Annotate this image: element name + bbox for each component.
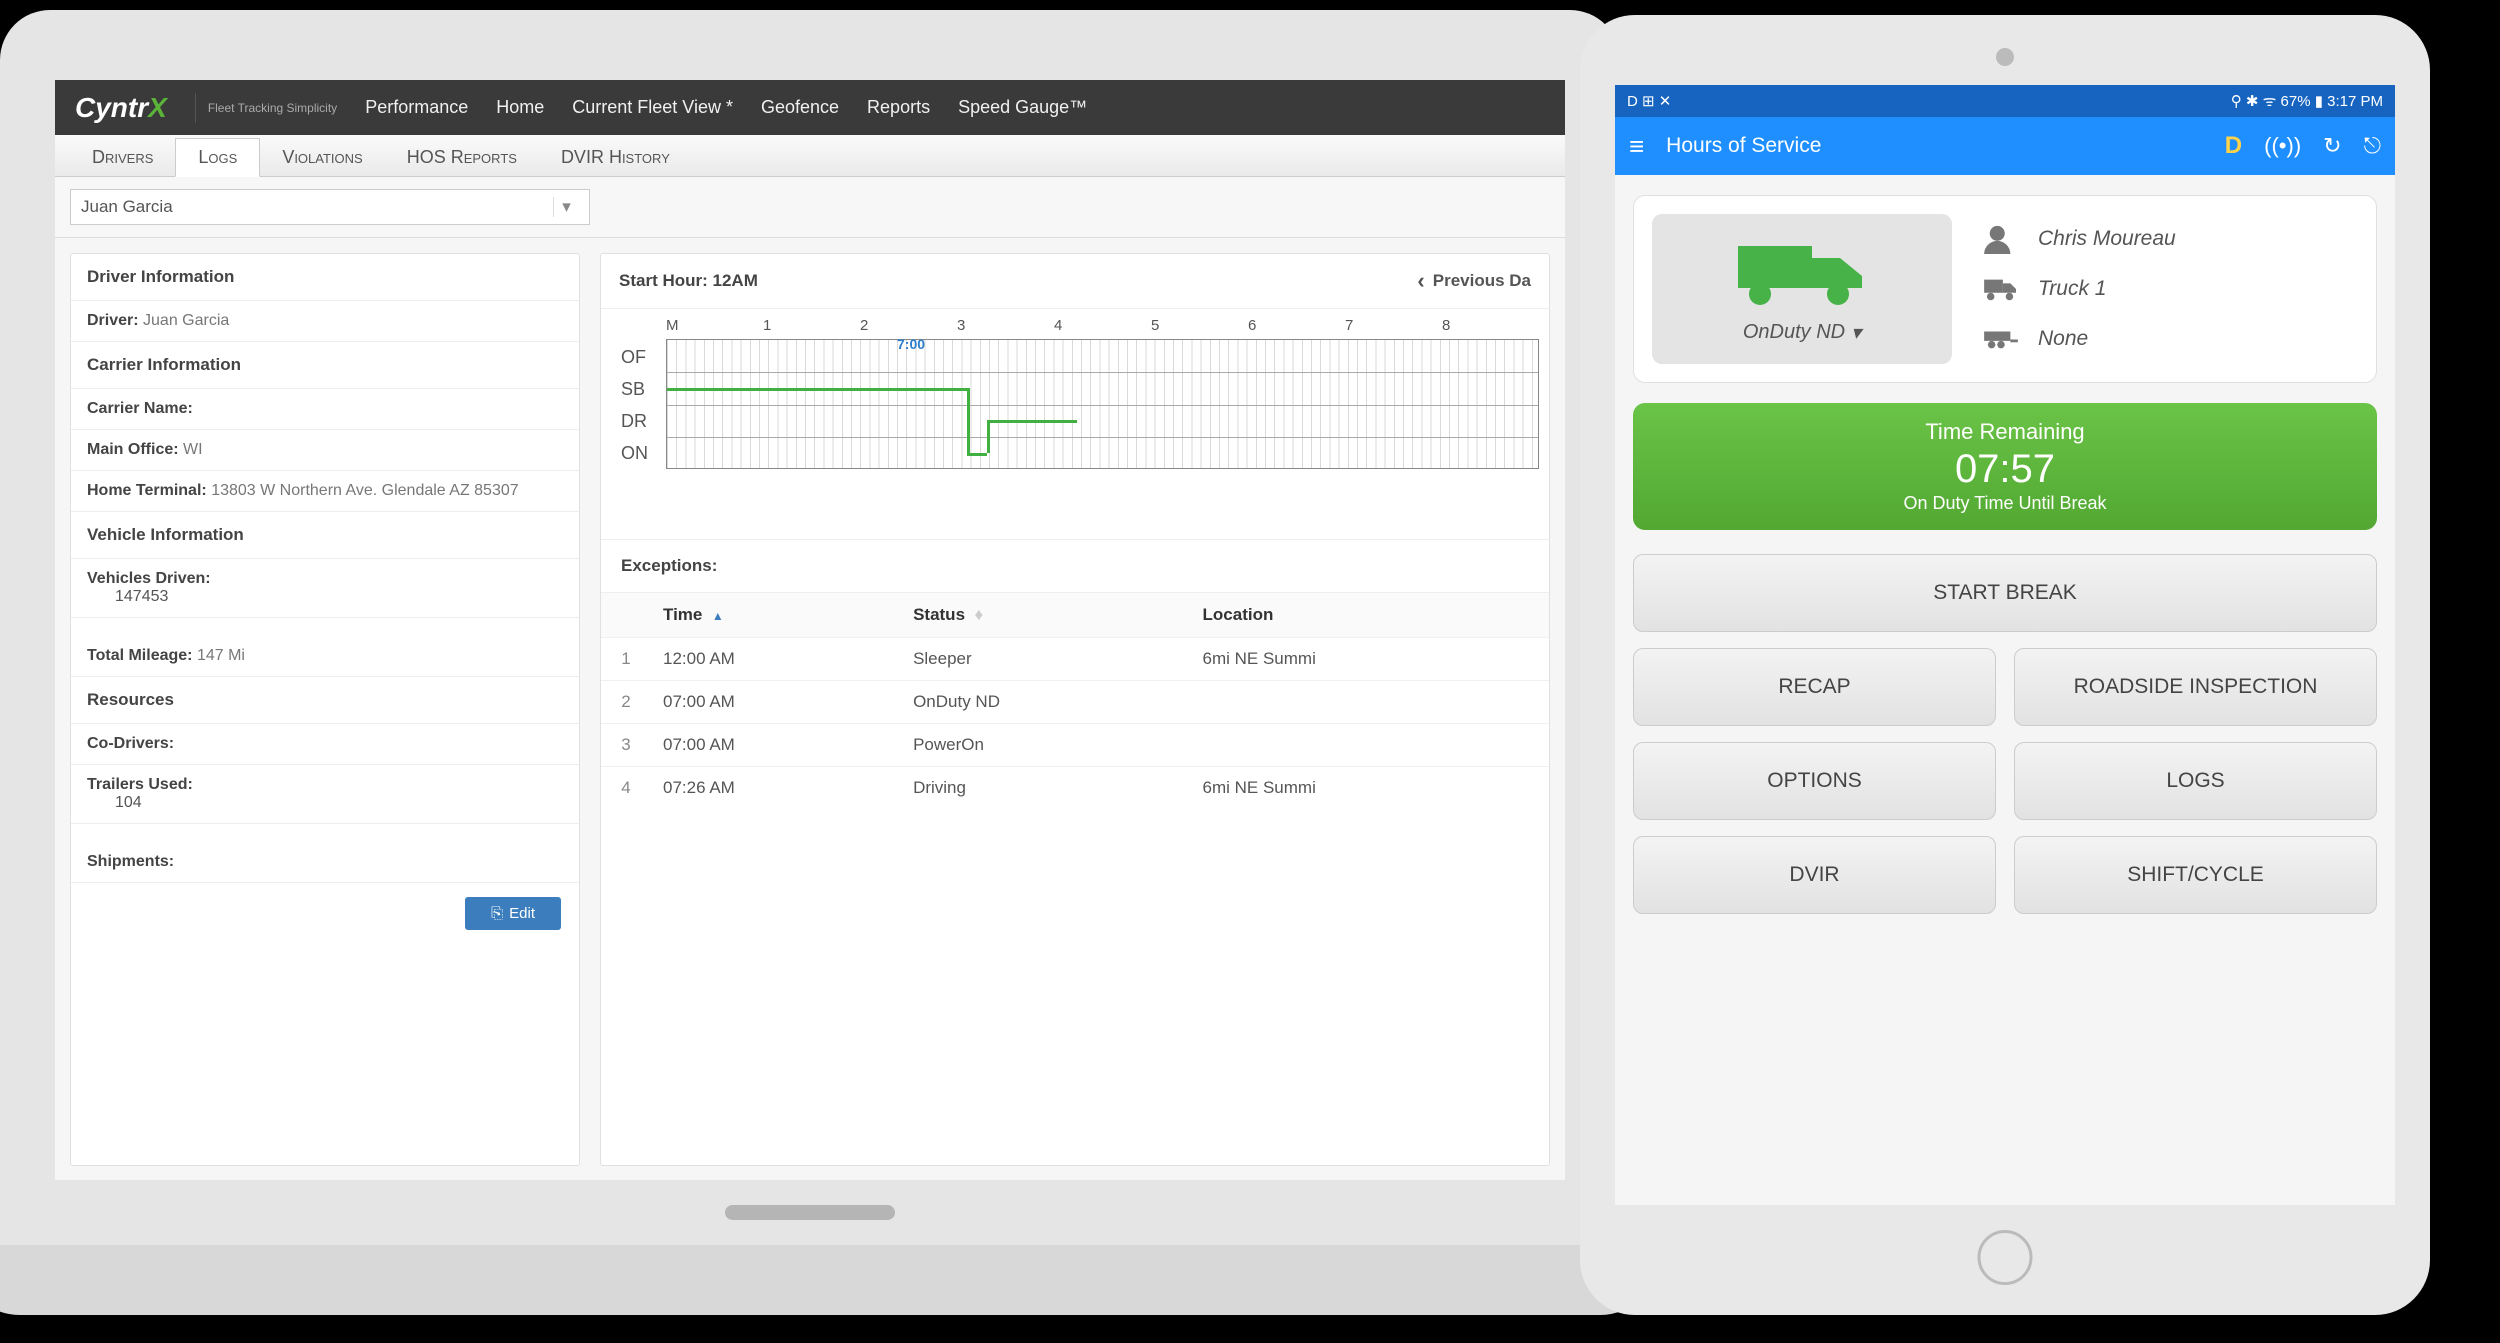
tab-dvir-history[interactable]: DVIR History [539, 139, 692, 176]
previous-day-link[interactable]: ‹ Previous Da [1417, 268, 1531, 294]
nav-reports[interactable]: Reports [867, 97, 930, 118]
home-terminal-row: Home Terminal: 13803 W Northern Ave. Gle… [71, 471, 579, 512]
tab-violations[interactable]: Violations [260, 139, 384, 176]
driver-info-panel: Driver Information Driver: Juan Garcia C… [70, 253, 580, 1166]
time-remaining-value: 07:57 [1649, 445, 2361, 493]
nav-performance[interactable]: Performance [365, 97, 468, 118]
vehicle-status-tile[interactable]: OnDuty ND ▾ [1652, 214, 1952, 364]
sort-asc-icon: ▲ [712, 609, 724, 623]
tab-hos-reports[interactable]: HOS Reports [385, 139, 539, 176]
copy-icon: ⎘ [491, 905, 503, 922]
menu-icon[interactable]: ≡ [1629, 131, 1644, 162]
start-hour: Start Hour: 12AM [619, 271, 758, 291]
shipments-row: Shipments: [71, 842, 579, 883]
nav-home[interactable]: Home [496, 97, 544, 118]
main-office-row: Main Office: WI [71, 430, 579, 471]
trailer-icon [1982, 324, 2020, 354]
logs-button[interactable]: LOGS [2014, 742, 2377, 820]
chevron-left-icon: ‹ [1417, 268, 1424, 294]
table-row[interactable]: 207:00 AMOnDuty ND [601, 681, 1549, 724]
desktop-app: CyntrX Fleet Tracking Simplicity Perform… [55, 80, 1565, 1180]
refresh-icon[interactable]: ↻ [2323, 133, 2341, 159]
truck-item: Truck 1 [1982, 264, 2358, 314]
row-of: OF [621, 347, 646, 368]
log-panel: Start Hour: 12AM ‹ Previous Da M 1 2 3 4… [600, 253, 1550, 1166]
broadcast-icon[interactable]: ((•)) [2264, 133, 2301, 159]
table-row[interactable]: 307:00 AMPowerOn [601, 724, 1549, 767]
tablet-camera [1996, 48, 2014, 66]
codrivers-row: Co-Drivers: [71, 724, 579, 765]
row-sb: SB [621, 379, 645, 400]
top-nav: CyntrX Fleet Tracking Simplicity Perform… [55, 80, 1565, 135]
nav-speed-gauge[interactable]: Speed Gauge™ [958, 97, 1087, 118]
recap-button[interactable]: RECAP [1633, 648, 1996, 726]
app-title: Hours of Service [1666, 134, 1821, 158]
table-row[interactable]: 112:00 AMSleeper6mi NE Summi [601, 638, 1549, 681]
vehicle-info-title: Vehicle Information [71, 512, 579, 559]
dvir-button[interactable]: DVIR [1633, 836, 1996, 914]
time-remaining-card[interactable]: Time Remaining 07:57 On Duty Time Until … [1633, 403, 2377, 530]
log-table: Time ▲ Status ♦ Location 112:00 AMSleepe… [601, 593, 1549, 809]
sub-tabs: Drivers Logs Violations HOS Reports DVIR… [55, 135, 1565, 177]
nav-geofence[interactable]: Geofence [761, 97, 839, 118]
laptop-base [0, 1245, 1660, 1315]
time-remaining-label: Time Remaining [1649, 419, 2361, 445]
truck-icon [1732, 234, 1872, 314]
tab-drivers[interactable]: Drivers [70, 139, 175, 176]
content-area: Driver Information Driver: Juan Garcia C… [55, 238, 1565, 1180]
roadside-inspection-button[interactable]: ROADSIDE INSPECTION [2014, 648, 2377, 726]
carrier-info-title: Carrier Information [71, 342, 579, 389]
row-dr: DR [621, 411, 647, 432]
brand-logo: CyntrX [75, 92, 167, 124]
truck-small-icon [1982, 274, 2020, 304]
driver-select-value: Juan Garcia [81, 197, 173, 217]
nav-current-fleet[interactable]: Current Fleet View * [572, 97, 733, 118]
col-status[interactable]: Status ♦ [901, 593, 1190, 638]
status-left: D ⊞ ✕ [1627, 92, 1671, 110]
eld-graph: M 1 2 3 4 5 6 7 8 OF SB DR ON [601, 309, 1549, 539]
options-button[interactable]: OPTIONS [1633, 742, 1996, 820]
logout-icon[interactable]: ⎋ [2364, 133, 2381, 159]
time-remaining-sub: On Duty Time Until Break [1649, 493, 2361, 514]
start-break-button[interactable]: START BREAK [1633, 554, 2377, 632]
person-icon [1982, 224, 2020, 254]
app-header: ≡ Hours of Service D ((•)) ↻ ⎋ [1615, 117, 2395, 175]
shift-cycle-button[interactable]: SHIFT/CYCLE [2014, 836, 2377, 914]
brand-tagline: Fleet Tracking Simplicity [195, 93, 337, 123]
vehicle-status-text: OnDuty ND [1743, 321, 1845, 344]
carrier-name-row: Carrier Name: [71, 389, 579, 430]
tab-logs[interactable]: Logs [175, 138, 260, 177]
chevron-down-icon: ▾ [553, 197, 579, 217]
log-header: Start Hour: 12AM ‹ Previous Da [601, 254, 1549, 309]
trailers-row: Trailers Used:104 [71, 765, 579, 824]
table-row[interactable]: 407:26 AMDriving6mi NE Summi [601, 767, 1549, 810]
col-location[interactable]: Location [1191, 593, 1549, 638]
laptop-frame: CyntrX Fleet Tracking Simplicity Perform… [0, 10, 1620, 1255]
exceptions-row: Exceptions: [601, 539, 1549, 593]
tablet-app: D ⊞ ✕ ⚲ ✱ ᯤ 67% ▮ 3:17 PM ≡ Hours of Ser… [1615, 85, 2395, 1205]
trailer-item: None [1982, 314, 2358, 364]
filter-bar: Juan Garcia ▾ [55, 177, 1565, 238]
edit-button[interactable]: ⎘ Edit [465, 897, 561, 930]
tablet-frame: D ⊞ ✕ ⚲ ✱ ᯤ 67% ▮ 3:17 PM ≡ Hours of Ser… [1580, 15, 2430, 1315]
col-time[interactable]: Time ▲ [651, 593, 901, 638]
tablet-home-button[interactable] [1978, 1230, 2033, 1285]
status-right: ⚲ ✱ ᯤ 67% ▮ 3:17 PM [2231, 91, 2383, 111]
total-mileage-row: Total Mileage: 147 Mi [71, 636, 579, 677]
time-marker: 7:00 [897, 336, 925, 352]
d-badge[interactable]: D [2225, 132, 2242, 160]
driver-select[interactable]: Juan Garcia ▾ [70, 189, 590, 225]
driver-row: Driver: Juan Garcia [71, 301, 579, 342]
chevron-down-icon: ▾ [1851, 320, 1861, 345]
vehicles-driven-row: Vehicles Driven:147453 [71, 559, 579, 618]
laptop-trackpad-notch [725, 1205, 895, 1220]
driver-info-title: Driver Information [71, 254, 579, 301]
info-card: OnDuty ND ▾ Chris Moureau Truck 1 [1633, 195, 2377, 383]
driver-item: Chris Moureau [1982, 214, 2358, 264]
row-on: ON [621, 443, 648, 464]
resources-title: Resources [71, 677, 579, 724]
android-status-bar: D ⊞ ✕ ⚲ ✱ ᯤ 67% ▮ 3:17 PM [1615, 85, 2395, 117]
